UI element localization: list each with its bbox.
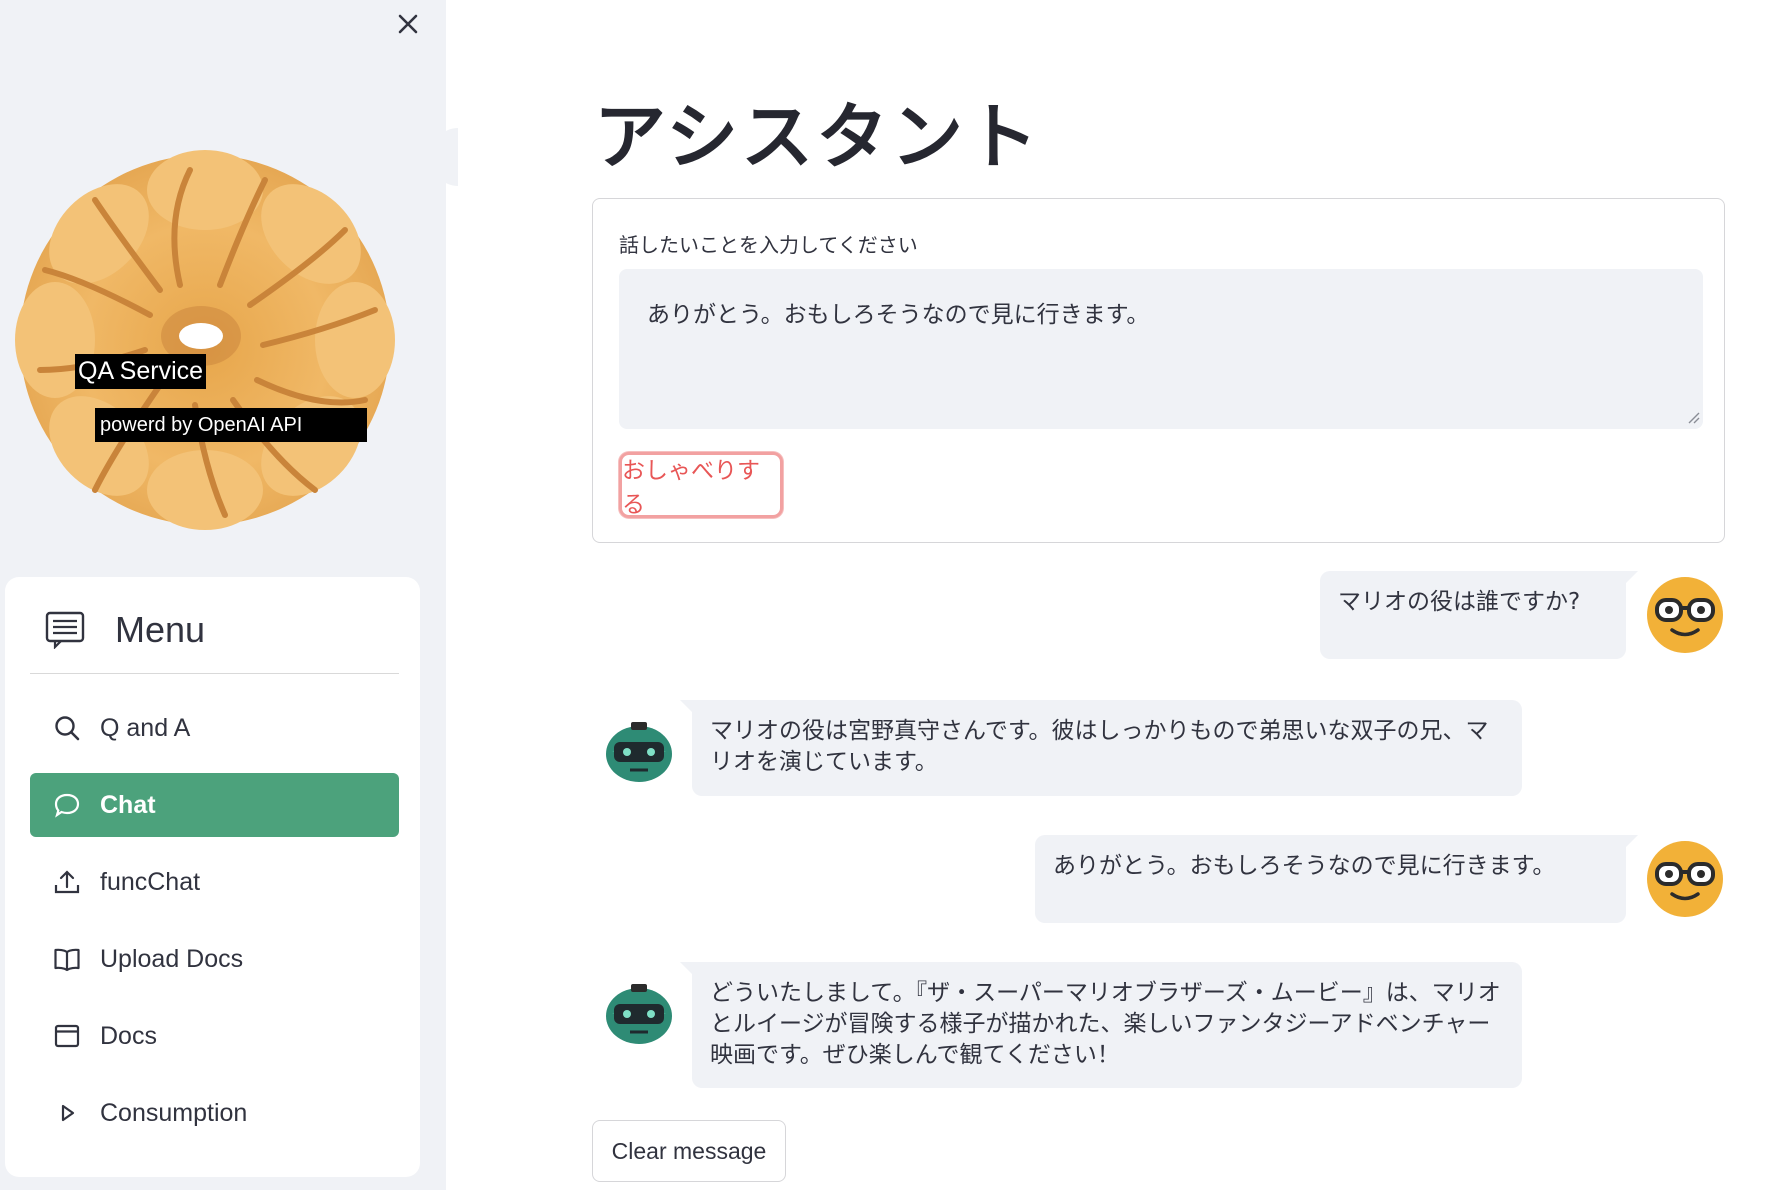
page-title: アシスタント [594,95,1042,179]
message-text: マリオの役は宮野真守さんです。彼はしっかりもので弟思いな双子の兄、マリオを演じて… [710,718,1489,775]
menu-item-label: Chat [100,790,156,819]
play-triangle-icon [61,1104,75,1122]
menu-card: Menu Q and A Chat funcChat Upload Docs D… [5,577,420,1177]
user-avatar-icon [1647,841,1723,917]
menu-item-upload-docs[interactable]: Upload Docs [30,927,399,991]
menu-list-icon [45,611,85,649]
menu-divider [30,673,399,674]
menu-item-label: Docs [100,1021,157,1050]
menu-item-label: Upload Docs [100,944,244,973]
message-text: どういたしまして。『ザ・スーパーマリオブラザーズ・ムービー』は、マリオとルイージ… [710,980,1501,1068]
chat-form: 話したいことを入力してください おしゃべりする [592,198,1725,543]
search-icon [55,716,80,741]
upload-icon [54,870,80,894]
chat-input-label: 話したいことを入力してください [619,233,918,257]
book-icon [54,948,80,972]
chat-submit-button[interactable]: おしゃべりする [619,452,783,518]
menu-item-q-and-a[interactable]: Q and A [30,696,399,760]
assistant-message: マリオの役は宮野真守さんです。彼はしっかりもので弟思いな双子の兄、マリオを演じて… [680,700,1522,796]
menu-header: Menu [45,609,205,651]
chat-submit-label: おしゃべりする [622,458,760,518]
logo-title: QA Service [75,354,207,389]
close-icon [398,14,418,34]
clear-message-button[interactable]: Clear message [592,1120,786,1182]
menu-item-label: funcChat [100,867,201,896]
message-text: ありがとう。おもしろそうなので見に行きます。 [1053,853,1556,879]
logo-subtitle: powerd by OpenAI API [95,408,367,442]
clear-message-label: Clear message [611,1137,767,1164]
menu-item-funcchat[interactable]: funcChat [30,850,399,914]
menu-item-consumption[interactable]: Consumption [30,1081,399,1145]
close-sidebar-button[interactable] [392,8,424,40]
assistant-message: どういたしまして。『ザ・スーパーマリオブラザーズ・ムービー』は、マリオとルイージ… [680,962,1522,1088]
app-logo [8,140,418,540]
menu-item-chat[interactable]: Chat [30,773,399,837]
menu-item-label: Consumption [100,1098,248,1127]
menu-title: Menu [115,609,206,650]
message-text: マリオの役は誰ですか? [1338,589,1581,615]
chat-bubble-icon [54,793,80,818]
window-icon [54,1024,80,1048]
resize-grip-icon[interactable] [1686,410,1700,424]
sidebar: QA Service powerd by OpenAI API Menu Q a… [0,0,458,1190]
user-message: マリオの役は誰ですか? [1320,571,1638,659]
user-message: ありがとう。おもしろそうなので見に行きます。 [1035,835,1638,923]
menu-item-label: Q and A [100,713,191,742]
cruller-donut-icon [15,150,395,530]
assistant-avatar-icon [606,984,672,1044]
chat-input[interactable] [619,269,1703,429]
main-content: アシスタント 話したいことを入力してください おしゃべりする マリオの役は誰です… [446,0,1772,1190]
assistant-avatar-icon [606,722,672,782]
menu-item-docs[interactable]: Docs [30,1004,399,1068]
user-avatar-icon [1647,577,1723,653]
